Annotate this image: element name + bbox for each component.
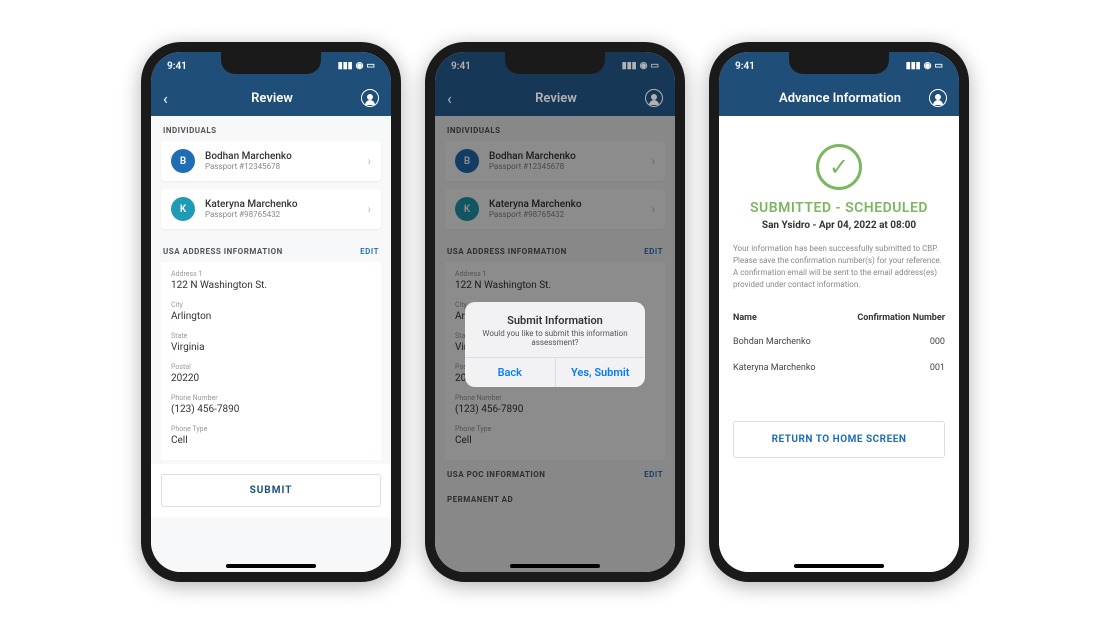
avatar: K [171, 197, 195, 221]
success-sub: San Ysidro - Apr 04, 2022 at 08:00 [733, 220, 945, 231]
modal-yes-button[interactable]: Yes, Submit [556, 358, 646, 387]
home-indicator[interactable] [226, 564, 316, 568]
wifi-icon: ◉ [356, 61, 364, 71]
wifi-icon: ◉ [640, 61, 648, 71]
field-label: City [171, 301, 371, 309]
navbar: Advance Information [719, 80, 959, 116]
row-name: Bohdan Marchenko [733, 337, 811, 347]
back-icon[interactable]: ‹ [163, 89, 183, 108]
page-title: Review [467, 91, 645, 106]
person-sub: Passport #12345678 [205, 162, 292, 171]
field-value: (123) 456-7890 [171, 404, 371, 415]
submit-button[interactable]: SUBMIT [161, 474, 381, 507]
person-sub: Passport #98765432 [205, 210, 298, 219]
signal-icon: ▮▮▮ [622, 61, 637, 71]
status-time: 9:41 [167, 61, 187, 72]
navbar: ‹ Review [151, 80, 391, 116]
person-name: Bodhan Marchenko [205, 151, 292, 162]
battery-icon: ▭ [366, 61, 375, 71]
field-label: State [171, 332, 371, 340]
table-row: Bohdan Marchenko 000 [733, 329, 945, 355]
table-row: Kateryna Marchenko 001 [733, 355, 945, 381]
chevron-right-icon: › [367, 154, 371, 168]
battery-icon: ▭ [934, 61, 943, 71]
screen: 9:41 ▮▮▮ ◉ ▭ Advance Information ✓ SUBMI… [719, 52, 959, 572]
person-row[interactable]: B Bodhan Marchenko Passport #12345678 › [161, 141, 381, 181]
content: INDIVIDUALS B Bodhan Marchenko Passport … [151, 116, 391, 572]
signal-icon: ▮▮▮ [906, 61, 921, 71]
profile-icon[interactable] [929, 89, 947, 107]
individuals-label: INDIVIDUALS [163, 126, 217, 135]
page-title: Review [183, 91, 361, 106]
individuals-header: INDIVIDUALS [151, 116, 391, 141]
field-label: Postal [171, 363, 371, 371]
check-icon: ✓ [816, 144, 862, 190]
submit-modal: Submit Information Would you like to sub… [465, 302, 645, 387]
modal-overlay: Submit Information Would you like to sub… [435, 116, 675, 572]
notch [505, 52, 605, 74]
home-indicator[interactable] [510, 564, 600, 568]
modal-msg: Would you like to submit this informatio… [465, 329, 645, 357]
screen: 9:41 ▮▮▮ ◉ ▭ ‹ Review INDIVIDUALS B Bodh… [151, 52, 391, 572]
edit-link[interactable]: EDIT [360, 247, 379, 256]
profile-icon[interactable] [645, 89, 663, 107]
content: ✓ SUBMITTED - SCHEDULED San Ysidro - Apr… [719, 116, 959, 572]
return-home-button[interactable]: RETURN TO HOME SCREEN [733, 421, 945, 458]
field-label: Address 1 [171, 270, 371, 278]
row-num: 000 [930, 337, 945, 347]
success-body: Your information has been successfully s… [733, 243, 945, 291]
success-status: SUBMITTED - SCHEDULED [733, 200, 945, 216]
phone-review: 9:41 ▮▮▮ ◉ ▭ ‹ Review INDIVIDUALS B Bodh… [141, 42, 401, 582]
row-num: 001 [930, 363, 945, 373]
confirmation-table: Name Confirmation Number Bohdan Marchenk… [733, 307, 945, 381]
page-title: Advance Information [751, 91, 929, 106]
screen: 9:41 ▮▮▮ ◉ ▭ ‹ Review INDIVIDUALS B Bodh… [435, 52, 675, 572]
content: INDIVIDUALS B Bodhan Marchenko Passport … [435, 116, 675, 572]
wifi-icon: ◉ [924, 61, 932, 71]
back-icon[interactable]: ‹ [447, 89, 467, 108]
field-value: 122 N Washington St. [171, 280, 371, 291]
status-icons: ▮▮▮ ◉ ▭ [906, 61, 943, 71]
phone-success: 9:41 ▮▮▮ ◉ ▭ Advance Information ✓ SUBMI… [709, 42, 969, 582]
address-header: USA ADDRESS INFORMATION EDIT [151, 237, 391, 262]
field-label: Phone Number [171, 394, 371, 402]
signal-icon: ▮▮▮ [338, 61, 353, 71]
field-label: Phone Type [171, 425, 371, 433]
person-name: Kateryna Marchenko [205, 199, 298, 210]
notch [789, 52, 889, 74]
navbar: ‹ Review [435, 80, 675, 116]
field-value: 20220 [171, 373, 371, 384]
col-conf: Confirmation Number [857, 313, 945, 323]
field-value: Virginia [171, 342, 371, 353]
field-value: Arlington [171, 311, 371, 322]
address-label: USA ADDRESS INFORMATION [163, 247, 283, 256]
home-indicator[interactable] [794, 564, 884, 568]
row-name: Kateryna Marchenko [733, 363, 816, 373]
modal-back-button[interactable]: Back [465, 358, 556, 387]
status-time: 9:41 [735, 61, 755, 72]
status-icons: ▮▮▮ ◉ ▭ [338, 61, 375, 71]
profile-icon[interactable] [361, 89, 379, 107]
battery-icon: ▭ [650, 61, 659, 71]
modal-title: Submit Information [465, 302, 645, 329]
col-name: Name [733, 313, 757, 323]
avatar: B [171, 149, 195, 173]
person-row[interactable]: K Kateryna Marchenko Passport #98765432 … [161, 189, 381, 229]
field-value: Cell [171, 435, 371, 446]
chevron-right-icon: › [367, 202, 371, 216]
address-block: Address 1 122 N Washington St. City Arling… [161, 262, 381, 460]
status-icons: ▮▮▮ ◉ ▭ [622, 61, 659, 71]
notch [221, 52, 321, 74]
phone-review-modal: 9:41 ▮▮▮ ◉ ▭ ‹ Review INDIVIDUALS B Bodh… [425, 42, 685, 582]
status-time: 9:41 [451, 61, 471, 72]
